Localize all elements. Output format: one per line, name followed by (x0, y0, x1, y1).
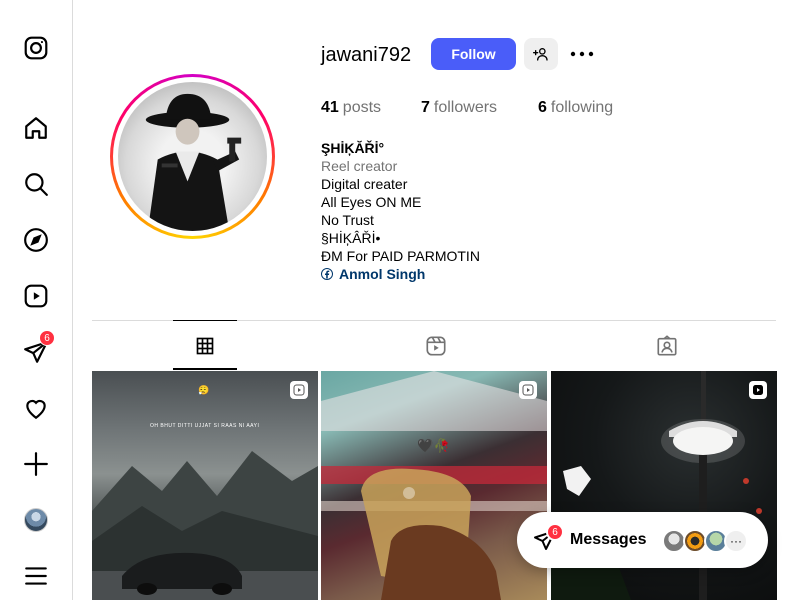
reel-icon (290, 381, 308, 399)
facebook-link-text: Anmol Singh (339, 266, 426, 282)
sidebar-nav: 6 (0, 0, 73, 600)
messages-label: Messages (570, 531, 647, 548)
posts-label: posts (342, 99, 382, 116)
post-emoji: 🖤🥀 (417, 438, 451, 453)
bio-line: Digital creater (321, 176, 408, 192)
reels-icon[interactable] (23, 283, 49, 309)
followers-stat[interactable]: 7 followers (421, 99, 497, 117)
menu-icon[interactable] (23, 563, 49, 589)
followers-count: 7 (421, 99, 430, 116)
bio-line: No Trust (321, 212, 374, 228)
more-options-button[interactable] (569, 42, 595, 66)
post-image (92, 451, 318, 600)
following-count: 6 (538, 99, 547, 116)
reel-icon (749, 381, 767, 399)
tab-reels[interactable] (404, 321, 468, 371)
grid-icon (196, 337, 214, 354)
explore-icon[interactable] (23, 227, 49, 253)
bio-line: All Eyes ON ME (321, 194, 422, 210)
avatar (24, 508, 48, 532)
profile-tabs (92, 320, 776, 370)
following-stat[interactable]: 6 following (538, 99, 613, 117)
tagged-icon (657, 335, 677, 356)
post-caption: OH BHUT DITTI UJJAT SI RAAS NI AAYI (150, 423, 260, 429)
facebook-link[interactable]: Anmol Singh (321, 265, 480, 283)
post-image (321, 371, 547, 600)
messages-icon[interactable]: 6 (23, 330, 55, 365)
post-thumbnail[interactable]: OH BHUT DITTI UJJAT SI RAAS NI AAYI 😮‍💨 (92, 371, 318, 600)
following-label: following (550, 99, 614, 116)
notifications-icon[interactable] (23, 395, 49, 421)
profile-avatar[interactable] (23, 507, 49, 533)
more-avatars-icon: ··· (724, 529, 748, 553)
reels-icon (426, 336, 446, 356)
profile-photo (118, 82, 267, 231)
messages-badge: 6 (39, 330, 55, 346)
tab-tagged[interactable] (635, 321, 699, 371)
home-icon[interactable] (23, 115, 49, 141)
messages-badge: 6 (546, 523, 564, 541)
tab-posts[interactable] (173, 320, 237, 370)
create-icon[interactable] (23, 451, 49, 477)
reel-icon (519, 381, 537, 399)
post-emoji: 😮‍💨 (198, 385, 210, 395)
follow-button[interactable]: Follow (431, 38, 516, 70)
instagram-logo-icon[interactable] (23, 35, 49, 61)
bio-line: ĐM For PAID PARMOTIN (321, 248, 480, 264)
profile-username: jawani792 (321, 44, 412, 66)
messages-popup[interactable]: 6 Messages ··· (517, 512, 768, 568)
search-icon[interactable] (23, 171, 49, 197)
add-person-icon (533, 48, 548, 61)
profile-category: Reel creator (321, 158, 398, 174)
posts-stat: 41 posts (321, 99, 381, 117)
ellipsis-icon (570, 51, 594, 57)
profile-picture[interactable] (110, 74, 275, 239)
facebook-icon (321, 268, 333, 280)
bio-line: §HİĶÂŘİ• (321, 230, 381, 246)
suggested-accounts-button[interactable] (524, 38, 558, 70)
profile-full-name: ŞHİĶĂŘİ° (321, 140, 385, 156)
post-thumbnail[interactable]: 🖤🥀 (321, 371, 547, 600)
profile-bio: ŞHİĶĂŘİ° Reel creator Digital creater Al… (321, 139, 480, 283)
followers-label: followers (433, 99, 498, 116)
posts-count: 41 (321, 99, 339, 116)
